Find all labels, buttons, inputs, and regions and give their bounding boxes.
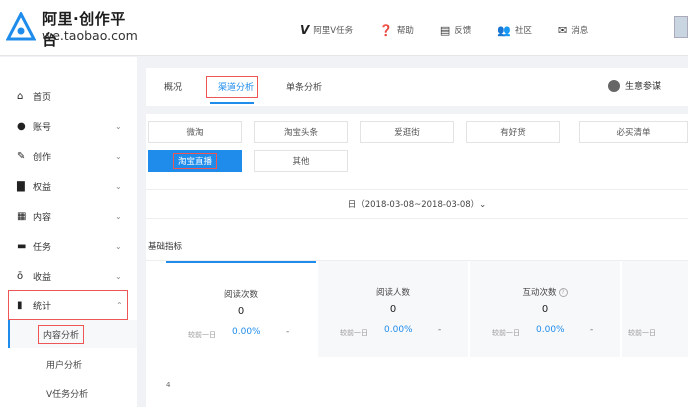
business-advisor-link[interactable]: 生意参谋 xyxy=(608,79,661,92)
sidebar-sub-content-analysis[interactable]: 内容分析 xyxy=(8,320,137,348)
channel-taobao-live[interactable]: 淘宝直播 xyxy=(148,150,242,172)
sidebar-item-account[interactable]: ● 账号 ⌄ xyxy=(0,111,137,141)
sidebar-item-home[interactable]: ⌂ 首页 xyxy=(0,81,137,111)
feedback-icon: ▤ xyxy=(439,23,451,37)
money-icon: ō xyxy=(17,270,24,282)
top-nav: V 阿里V任务 ❓ 帮助 ▤ 反馈 👥 社区 ✉ 消息 xyxy=(300,20,614,40)
pen-icon: ✎ xyxy=(17,150,26,162)
avatar[interactable] xyxy=(674,16,688,38)
logo-triangle-icon xyxy=(6,12,36,41)
chevron-down-icon: ⌄ xyxy=(115,181,122,191)
sidebar-item-rights[interactable]: ▇ 权益 ⌄ xyxy=(0,171,137,201)
chart-icon: ▮ xyxy=(17,299,23,311)
channel-aiguangjie[interactable]: 爱逛街 xyxy=(360,121,454,143)
brand-domain: we.taobao.com xyxy=(42,28,138,43)
metric-card-partial[interactable]: 较前一日 xyxy=(622,261,688,357)
metrics-panel: 基础指标 阅读次数 0 较前一日 0.00% - 阅读人数 0 较前一日 0.0… xyxy=(146,230,688,407)
main-content: 概况 渠道分析 单条分析 生意参谋 微淘 淘宝头条 爱逛街 有好货 必买清单 淘… xyxy=(146,68,688,407)
sidebar-item-tasks[interactable]: ▬ 任务 ⌄ xyxy=(0,231,137,261)
tab-overview[interactable]: 概况 xyxy=(164,80,182,93)
community-icon: 👥 xyxy=(497,23,511,37)
sidebar-sub-vtask-analysis[interactable]: V任务分析 xyxy=(8,379,137,407)
date-range-selector[interactable]: 日（2018-03-08~2018-03-08）⌄ xyxy=(146,189,688,219)
sidebar-item-earnings[interactable]: ō 收益 ⌄ xyxy=(0,261,137,291)
sidebar-item-create[interactable]: ✎ 创作 ⌄ xyxy=(0,141,137,171)
tab-active-indicator xyxy=(210,102,254,104)
sidebar-item-content[interactable]: ▦ 内容 ⌄ xyxy=(0,201,137,231)
channel-other[interactable]: 其他 xyxy=(254,150,348,172)
chart-y-tick: 4 xyxy=(166,381,171,389)
help-icon: ❓ xyxy=(379,23,393,37)
sidebar-sub-user-analysis[interactable]: 用户分析 xyxy=(8,350,137,378)
metric-card-read-count[interactable]: 阅读次数 0 较前一日 0.00% - xyxy=(166,261,316,357)
topnav-feedback[interactable]: ▤ 反馈 xyxy=(440,24,471,37)
tab-single-analysis[interactable]: 单条分析 xyxy=(286,80,322,93)
topnav-community[interactable]: 👥 社区 xyxy=(497,24,532,37)
sidebar-item-stats[interactable]: ▮ 统计 ⌃ xyxy=(8,290,128,320)
top-bar: 阿里·创作平台 we.taobao.com V 阿里V任务 ❓ 帮助 ▤ 反馈 👥 社区… xyxy=(0,0,688,56)
help-icon[interactable]: ? xyxy=(558,288,568,297)
tab-channel-analysis[interactable]: 渠道分析 xyxy=(218,80,254,93)
user-icon: ● xyxy=(17,120,26,132)
metric-card-interaction-count[interactable]: 互动次数? 0 较前一日 0.00% - xyxy=(470,261,620,357)
chevron-down-icon: ⌄ xyxy=(115,241,122,251)
document-icon: ▇ xyxy=(17,180,25,192)
brand-logo[interactable]: 阿里·创作平台 we.taobao.com xyxy=(6,8,138,49)
channel-youhaohuo[interactable]: 有好货 xyxy=(466,121,560,143)
topnav-messages[interactable]: ✉ 消息 xyxy=(558,24,588,37)
briefcase-icon: ▬ xyxy=(17,240,27,252)
metrics-title: 基础指标 xyxy=(148,242,183,252)
chevron-up-icon: ⌃ xyxy=(116,300,123,310)
channel-panel: 微淘 淘宝头条 爱逛街 有好货 必买清单 淘宝直播 其他 日（2018-03-0… xyxy=(146,114,688,246)
channel-bimaiqingdan[interactable]: 必买清单 xyxy=(579,121,688,143)
home-icon: ⌂ xyxy=(17,90,24,102)
chevron-down-icon: ⌄ xyxy=(115,271,122,281)
chevron-down-icon: ⌄ xyxy=(115,151,122,161)
mail-icon: ✉ xyxy=(557,23,568,37)
channel-weitao[interactable]: 微淘 xyxy=(148,121,242,143)
v-icon: V xyxy=(300,23,310,37)
content-icon: ▦ xyxy=(17,210,27,222)
topnav-help[interactable]: ❓ 帮助 xyxy=(379,24,414,37)
metric-card-reader-count[interactable]: 阅读人数 0 较前一日 0.00% - xyxy=(318,261,468,357)
analysis-tabs: 概况 渠道分析 单条分析 生意参谋 xyxy=(146,68,688,106)
sidebar: ⌂ 首页 ● 账号 ⌄ ✎ 创作 ⌄ ▇ 权益 ⌄ ▦ 内容 ⌄ ▬ 任务 ⌄ ō 收益 ⌄ ▮ 统计 ⌃ 内… xyxy=(0,57,137,407)
chevron-down-icon: ⌄ xyxy=(115,211,122,221)
bulb-icon xyxy=(608,79,620,92)
chevron-down-icon: ⌄ xyxy=(115,121,122,131)
topnav-vtask[interactable]: V 阿里V任务 xyxy=(300,23,353,37)
channel-toutiao[interactable]: 淘宝头条 xyxy=(254,121,348,143)
